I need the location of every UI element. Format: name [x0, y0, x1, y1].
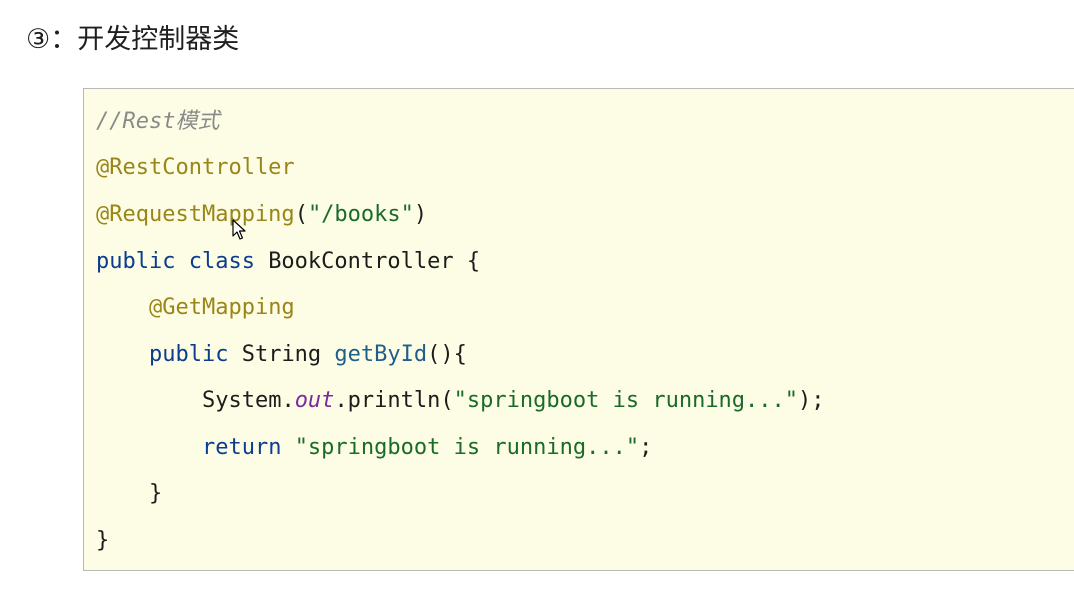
- code-token-annotation: @RestController: [96, 155, 295, 180]
- code-token-plain: BookController {: [268, 249, 481, 274]
- code-token-plain: .println(: [334, 388, 454, 413]
- section-heading: ③：开发控制器类: [26, 24, 240, 55]
- code-token-plain: ;: [639, 435, 653, 460]
- code-token-plain: );: [798, 388, 825, 413]
- code-line-9: }: [96, 477, 162, 511]
- code-token-plain: ): [413, 202, 428, 227]
- code-block: //Rest模式 @RestController @RequestMapping…: [83, 88, 1074, 571]
- code-token-keyword: return: [201, 435, 295, 460]
- code-token-field: out: [294, 388, 335, 413]
- code-token-method: getById: [334, 342, 428, 367]
- code-token-plain: System.: [201, 388, 295, 413]
- code-line-3: @RequestMapping("/books"): [96, 198, 427, 232]
- mouse-pointer-icon: [232, 219, 246, 240]
- code-line-6: public String getById(){: [96, 338, 467, 372]
- code-token-string: "springboot is running...": [453, 388, 799, 413]
- code-token-plain: (){: [427, 342, 467, 367]
- code-token-comment: //Rest模式: [96, 109, 220, 134]
- code-line-7: System.out.println("springboot is runnin…: [96, 384, 825, 418]
- code-token-plain: String: [241, 342, 335, 367]
- code-token-plain: }: [148, 481, 163, 506]
- code-line-2: @RestController: [96, 151, 295, 185]
- code-token-plain: }: [96, 528, 110, 553]
- code-line-5: @GetMapping: [96, 291, 295, 325]
- code-line-4: public class BookController {: [96, 245, 480, 279]
- code-token-string: "/books": [307, 202, 414, 227]
- code-line-10: }: [96, 524, 109, 558]
- code-token-plain: (: [294, 202, 308, 227]
- code-line-8: return "springboot is running...";: [96, 431, 652, 465]
- code-token-keyword: public class: [96, 249, 269, 274]
- code-token-annotation: @RequestMapping: [96, 202, 295, 227]
- code-token-keyword: public: [148, 342, 242, 367]
- code-line-1: //Rest模式: [96, 105, 219, 139]
- code-token-string: "springboot is running...": [294, 435, 640, 460]
- code-token-annotation: @GetMapping: [148, 295, 295, 320]
